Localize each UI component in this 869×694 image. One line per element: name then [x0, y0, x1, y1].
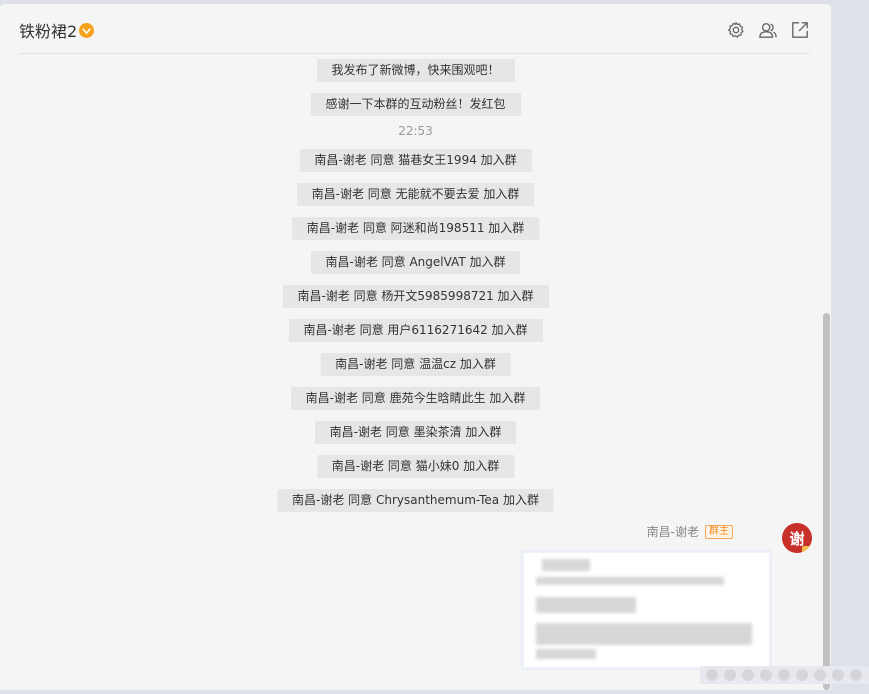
join-notice: 南昌-谢老 同意 用户6116271642 加入群	[288, 319, 543, 342]
join-notice: 南昌-谢老 同意 猫巷女王1994 加入群	[299, 149, 532, 172]
chat-window: 铁粉裙2 我发布了新微博，快来围观吧！ 感谢一下本群的互动粉丝！发红包 22:5…	[0, 4, 831, 690]
background-blur	[700, 660, 869, 690]
join-notice: 南昌-谢老 同意 鹿苑今生晗睛此生 加入群	[290, 387, 541, 410]
blurred-content	[542, 559, 590, 571]
join-notice: 南昌-谢老 同意 无能就不要去爱 加入群	[296, 183, 535, 206]
scrollbar-thumb[interactable]	[823, 313, 830, 690]
join-notice: 南昌-谢老 同意 杨开文5985998721 加入群	[282, 285, 549, 308]
timestamp: 22:53	[398, 124, 433, 138]
join-notice: 南昌-谢老 同意 墨染茶清 加入群	[314, 421, 517, 444]
header-actions	[726, 20, 810, 40]
owner-badge: 群主	[705, 524, 733, 539]
join-notice: 南昌-谢老 同意 Chrysanthemum-Tea 加入群	[277, 489, 554, 512]
blurred-content	[536, 649, 596, 659]
sender-info: 南昌-谢老 群主	[647, 523, 733, 540]
avatar[interactable]: 谢	[782, 523, 812, 553]
blurred-content	[536, 597, 636, 613]
join-notice: 南昌-谢老 同意 阿迷和尚198511 加入群	[291, 217, 540, 240]
title-area: 铁粉裙2	[19, 18, 95, 42]
members-icon[interactable]	[758, 20, 778, 40]
system-message: 我发布了新微博，快来围观吧！	[316, 59, 515, 82]
system-message: 感谢一下本群的互动粉丝！发红包	[310, 93, 521, 116]
verified-badge-icon	[79, 22, 95, 38]
popout-icon[interactable]	[790, 20, 810, 40]
group-title: 铁粉裙2	[19, 22, 78, 41]
join-notice: 南昌-谢老 同意 AngelVAT 加入群	[310, 251, 521, 274]
sender-name[interactable]: 南昌-谢老	[647, 523, 699, 540]
blurred-content	[536, 623, 752, 645]
chat-header: 铁粉裙2	[0, 4, 831, 54]
join-notice: 南昌-谢老 同意 猫小妹0 加入群	[316, 455, 515, 478]
join-notice: 南昌-谢老 同意 温温cz 加入群	[320, 353, 511, 376]
settings-icon[interactable]	[726, 20, 746, 40]
blurred-content	[536, 577, 724, 585]
message-bubble[interactable]	[521, 550, 772, 670]
avatar-decoration	[802, 546, 812, 553]
